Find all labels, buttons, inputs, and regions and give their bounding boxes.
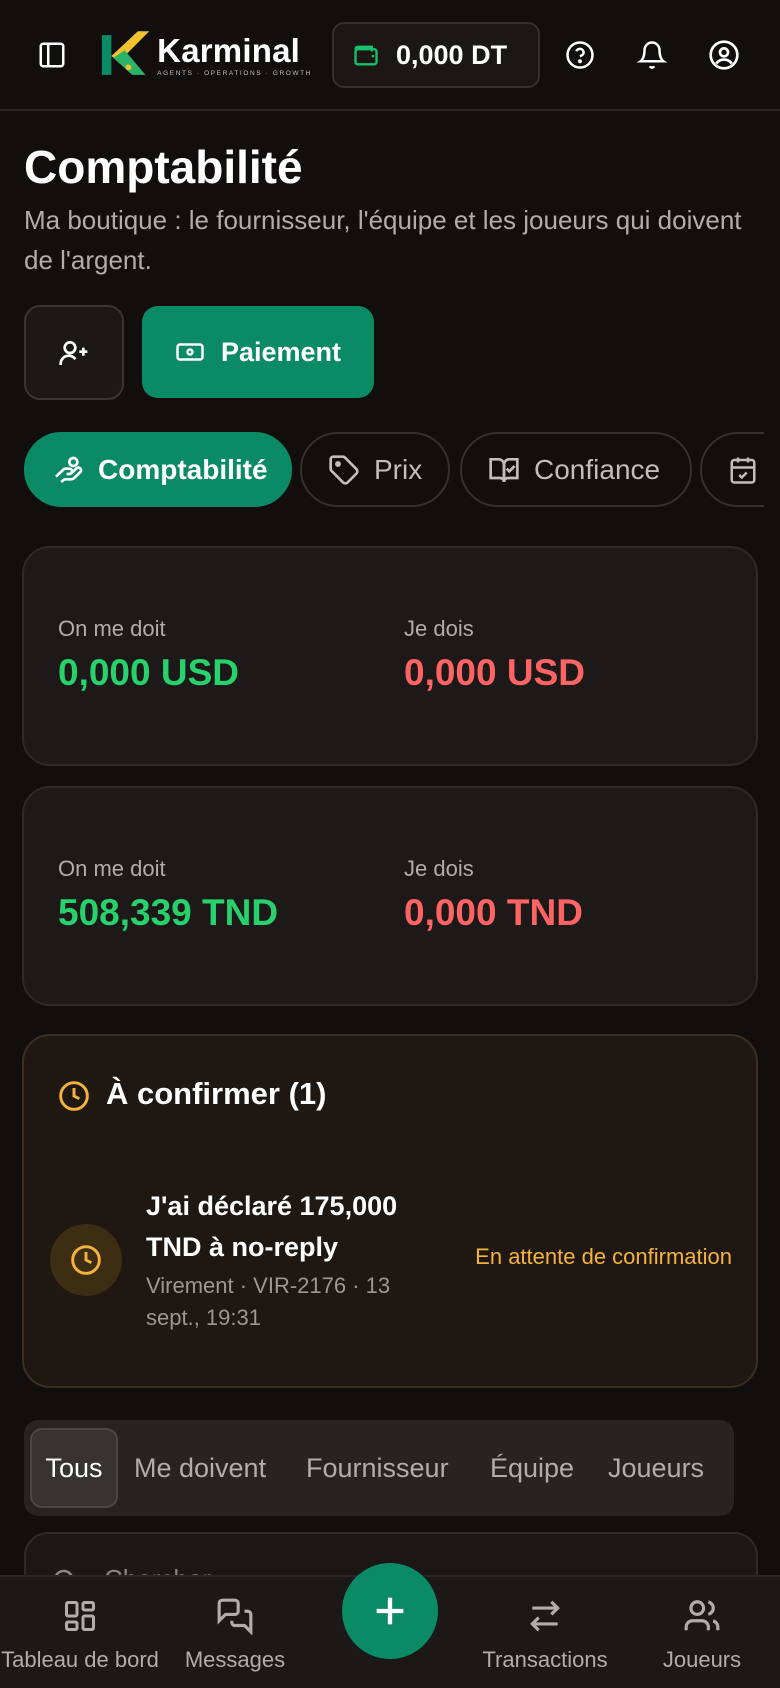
wallet-icon <box>354 45 378 66</box>
owed-to-me-value: 0,000 USD <box>58 652 239 693</box>
messages-icon <box>217 1598 253 1635</box>
owed-to-me-value: 508,339 TND <box>58 892 279 933</box>
tab-comptabilite[interactable]: Comptabilité <box>24 432 292 507</box>
nav-label: Joueurs <box>662 1647 742 1672</box>
tab-label: Comptabilité <box>98 453 268 485</box>
sidebar-toggle-icon[interactable] <box>34 37 70 73</box>
tab-calendar[interactable] <box>700 432 764 507</box>
user-plus-icon <box>59 340 88 365</box>
filter-me-doivent[interactable]: Me doivent <box>134 1428 266 1508</box>
tab-prix[interactable]: Prix <box>300 432 450 507</box>
brand-tagline: AGENTS · OPERATIONS · GROWTH <box>157 69 312 77</box>
declaration-text[interactable]: J'ai déclaré 175,000 TND à no-reply <box>146 1186 426 1268</box>
filter-segmented-control: Tous Me doivent Fournisseur Équipe Joueu… <box>24 1420 734 1516</box>
i-owe-label: Je dois <box>404 856 474 881</box>
balance-card-tnd: On me doit 508,339 TND Je dois 0,000 TND <box>22 786 758 1006</box>
i-owe-value: 0,000 TND <box>404 892 583 933</box>
nav-dashboard[interactable]: Tableau de bord <box>0 1577 160 1688</box>
declaration-meta: Virement · VIR-2176 · 13 sept., 19:31 <box>146 1273 391 1330</box>
i-owe-value: 0,000 USD <box>404 652 585 693</box>
transfer-icon <box>530 1600 560 1632</box>
pending-clock-icon <box>50 1224 122 1296</box>
tag-icon <box>329 454 359 485</box>
karminal-logo-icon <box>101 31 150 75</box>
balance-card-usd: On me doit 0,000 USD Je dois 0,000 USD <box>22 546 758 766</box>
nav-transactions[interactable]: Transactions <box>470 1577 620 1688</box>
wallet-amount: 0,000 DT <box>396 39 508 70</box>
nav-messages[interactable]: Messages <box>170 1577 300 1688</box>
add-contact-button[interactable] <box>24 305 124 400</box>
tab-label: Prix <box>374 453 423 485</box>
hand-coins-icon <box>55 456 83 483</box>
status-badge: En attente de confirmation <box>475 1244 732 1269</box>
nav-players[interactable]: Joueurs <box>640 1577 764 1688</box>
top-bar: Karminal AGENTS · OPERATIONS · GROWTH 0,… <box>0 0 780 111</box>
wallet-balance-button[interactable]: 0,000 DT <box>332 22 540 88</box>
filter-equipe[interactable]: Équipe <box>490 1428 574 1508</box>
users-icon <box>684 1600 720 1631</box>
filter-fournisseur[interactable]: Fournisseur <box>306 1428 449 1508</box>
calendar-check-icon <box>730 457 756 484</box>
brand-name: Karminal <box>157 31 300 69</box>
brand-logo[interactable]: Karminal AGENTS · OPERATIONS · GROWTH <box>100 26 312 84</box>
clock-icon <box>59 1081 89 1111</box>
user-profile-icon[interactable] <box>706 37 742 73</box>
payment-label: Paiement <box>220 336 342 367</box>
to-confirm-title: À confirmer (1) <box>106 1076 327 1111</box>
bell-icon[interactable] <box>634 37 670 73</box>
nav-label: Transactions <box>482 1647 608 1672</box>
tab-confiance[interactable]: Confiance <box>460 432 692 507</box>
dashboard-icon <box>65 1601 95 1631</box>
page-subtitle: Ma boutique : le fournisseur, l'équipe e… <box>24 205 742 275</box>
tab-label: Confiance <box>534 453 661 485</box>
filter-joueurs[interactable]: Joueurs <box>608 1428 704 1508</box>
payment-button[interactable]: Paiement <box>142 306 374 398</box>
i-owe-label: Je dois <box>404 616 474 641</box>
nav-label: Messages <box>184 1647 286 1672</box>
section-tabs: Comptabilité Prix Confiance <box>24 432 764 508</box>
to-confirm-card: À confirmer (1) J'ai déclaré 175,000 TND… <box>22 1034 758 1388</box>
filter-tous[interactable]: Tous <box>30 1428 118 1508</box>
page-title: Comptabilité <box>24 141 303 193</box>
owed-to-me-label: On me doit <box>58 856 166 881</box>
book-check-icon <box>489 457 519 482</box>
banknote-icon <box>176 343 204 361</box>
owed-to-me-label: On me doit <box>58 616 166 641</box>
nav-label: Tableau de bord <box>1 1647 159 1672</box>
help-icon[interactable] <box>562 37 598 73</box>
add-fab-button[interactable] <box>342 1563 438 1659</box>
plus-icon <box>376 1597 404 1625</box>
